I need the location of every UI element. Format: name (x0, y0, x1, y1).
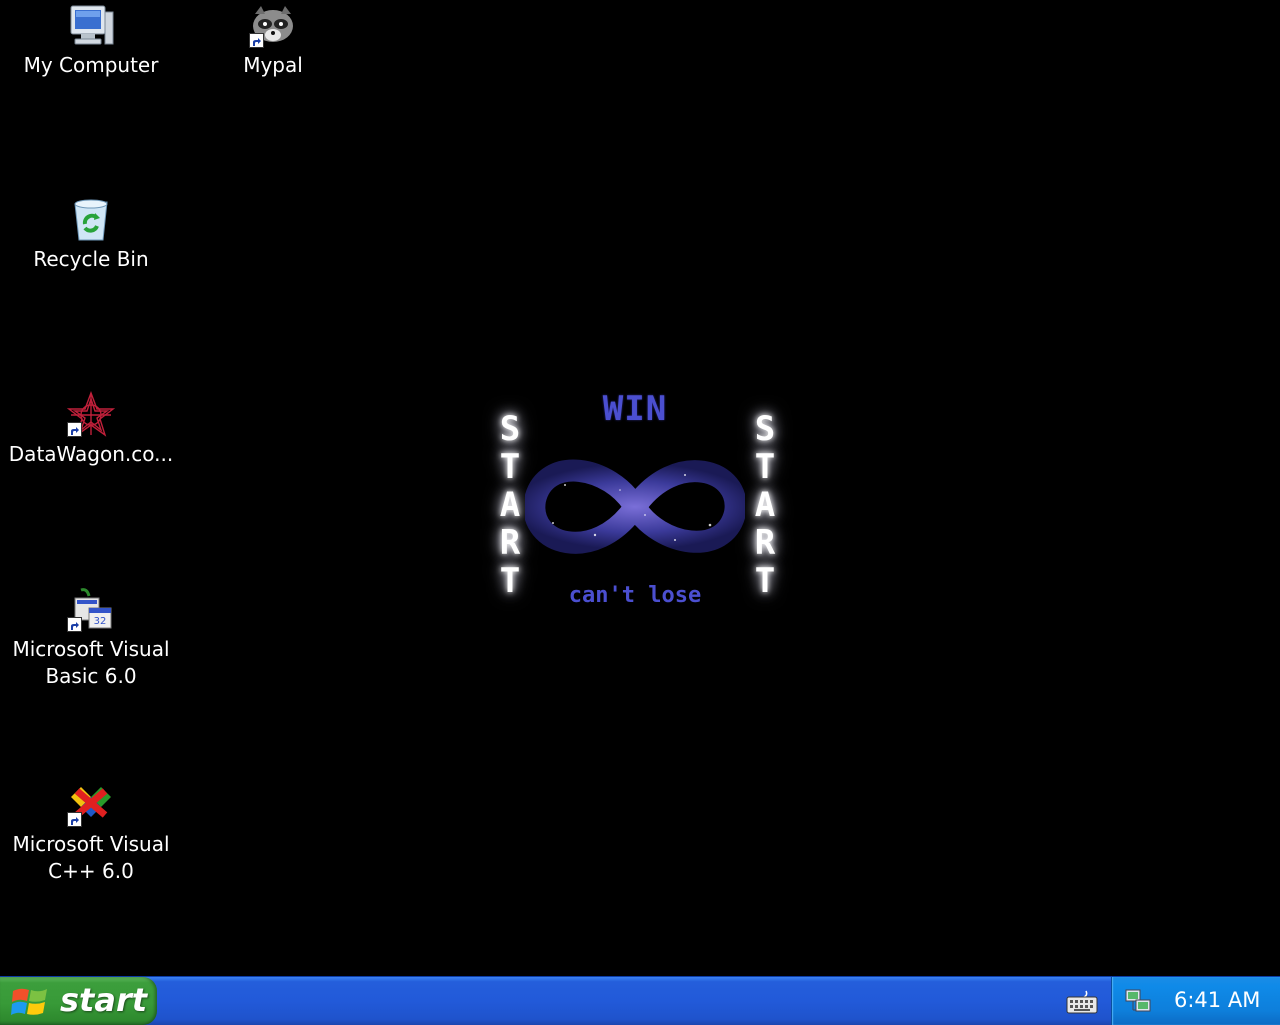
wallpaper-side-letter: S (499, 409, 521, 449)
infinity-symbol-icon (525, 459, 745, 554)
desktop-icon-my-computer[interactable]: My Computer (1, 2, 181, 79)
desktop-icon-visual-cpp[interactable]: Microsoft Visual C++ 6.0 (1, 781, 181, 885)
desktop-icon-visual-basic[interactable]: 32 Microsoft Visual Basic 6.0 (1, 586, 181, 690)
start-button[interactable]: start (0, 977, 157, 1025)
wallpaper-side-letter: S (754, 409, 776, 449)
taskbar[interactable]: start 6:41 AM (0, 976, 1280, 1025)
visual-basic-icon: 32 (67, 586, 115, 634)
visual-cpp-icon (67, 781, 115, 829)
icon-label: Microsoft Visual Basic 6.0 (12, 637, 170, 688)
recycle-bin-icon (67, 196, 115, 244)
wallpaper-side-letter: R (499, 523, 521, 563)
wallpaper-side-letter: T (754, 447, 776, 487)
wallpaper-side-text-right: START (743, 410, 787, 600)
my-computer-icon (67, 2, 115, 50)
desktop[interactable]: My Computer Mypal Recycle Bin DataWagon.… (0, 0, 1280, 976)
wallpaper-side-letter: T (754, 561, 776, 601)
clock[interactable]: 6:41 AM (1174, 988, 1260, 1012)
windows-logo-icon (11, 988, 47, 1015)
icon-label: Mypal (243, 53, 303, 77)
desktop-icon-mypal[interactable]: Mypal (183, 2, 363, 79)
datawagon-icon (66, 391, 116, 439)
shortcut-arrow-icon (67, 812, 82, 827)
wallpaper-side-letter: T (499, 561, 521, 601)
icon-label: My Computer (23, 53, 159, 77)
start-label: start (60, 981, 148, 1019)
shortcut-arrow-icon (249, 33, 264, 48)
shortcut-arrow-icon (67, 617, 82, 632)
wallpaper-side-letter: T (499, 447, 521, 487)
wallpaper-side-letter: R (754, 523, 776, 563)
mypal-raccoon-icon (249, 2, 297, 50)
shortcut-arrow-icon (67, 422, 82, 437)
icon-label: Recycle Bin (33, 247, 149, 271)
keyboard-icon[interactable] (1066, 989, 1098, 1015)
desktop-icon-recycle-bin[interactable]: Recycle Bin (1, 196, 181, 273)
wallpaper-side-letter: A (754, 485, 776, 525)
wallpaper-top-text: WIN (602, 389, 668, 429)
wallpaper-side-letter: A (499, 485, 521, 525)
desktop-icon-datawagon[interactable]: DataWagon.co... (1, 391, 181, 468)
wallpaper: START START WIN can't lose (480, 385, 790, 635)
icon-label: DataWagon.co... (8, 442, 174, 466)
svg-text:32: 32 (94, 616, 107, 627)
system-tray: 6:41 AM (1111, 977, 1280, 1025)
network-icon[interactable] (1124, 986, 1154, 1016)
wallpaper-bottom-text: can't lose (568, 583, 702, 608)
icon-label: Microsoft Visual C++ 6.0 (12, 832, 170, 883)
